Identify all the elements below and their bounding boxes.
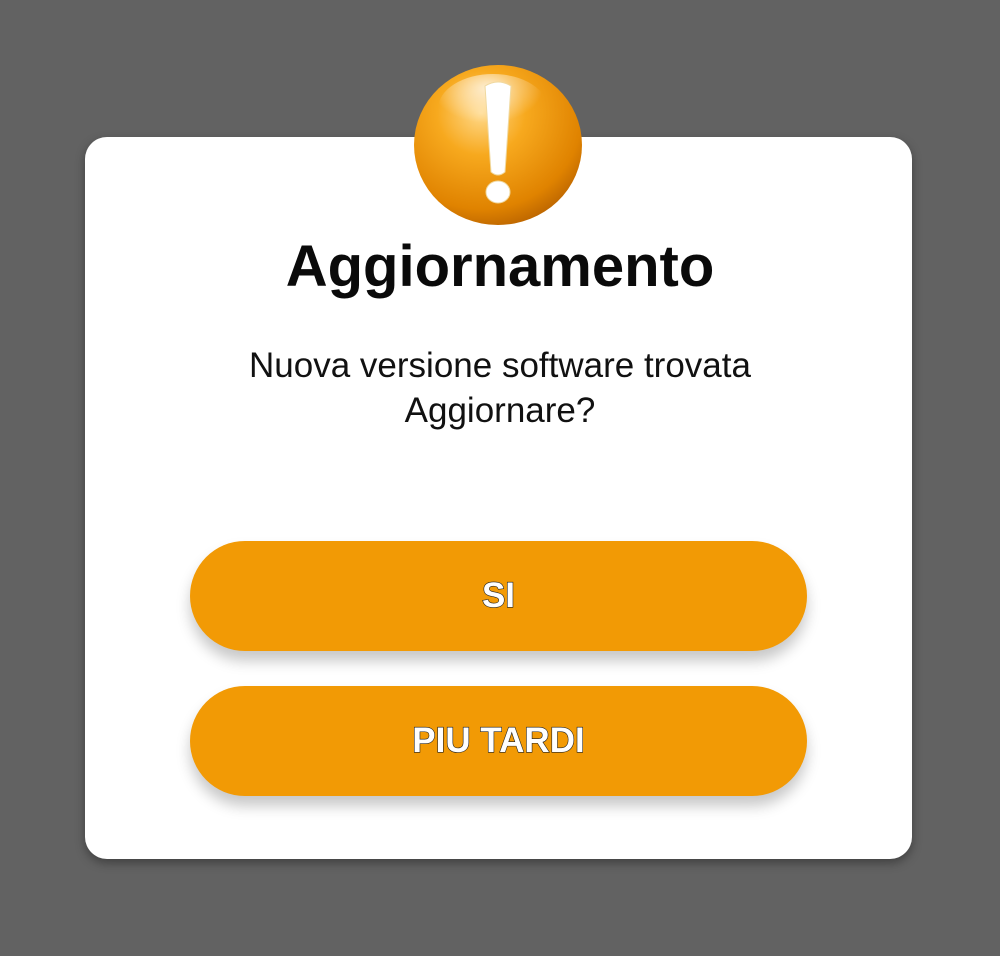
exclamation-warning-icon [413,64,583,226]
yes-button[interactable]: SI [190,541,807,651]
message-line-2: Aggiornare? [404,391,596,430]
message-line-1: Nuova versione software trovata [249,346,751,385]
later-button[interactable]: PIU TARDI [190,686,807,796]
dialog-message: Nuova versione software trovata Aggiorna… [0,343,1000,433]
dialog-title: Aggiornamento [285,234,715,299]
